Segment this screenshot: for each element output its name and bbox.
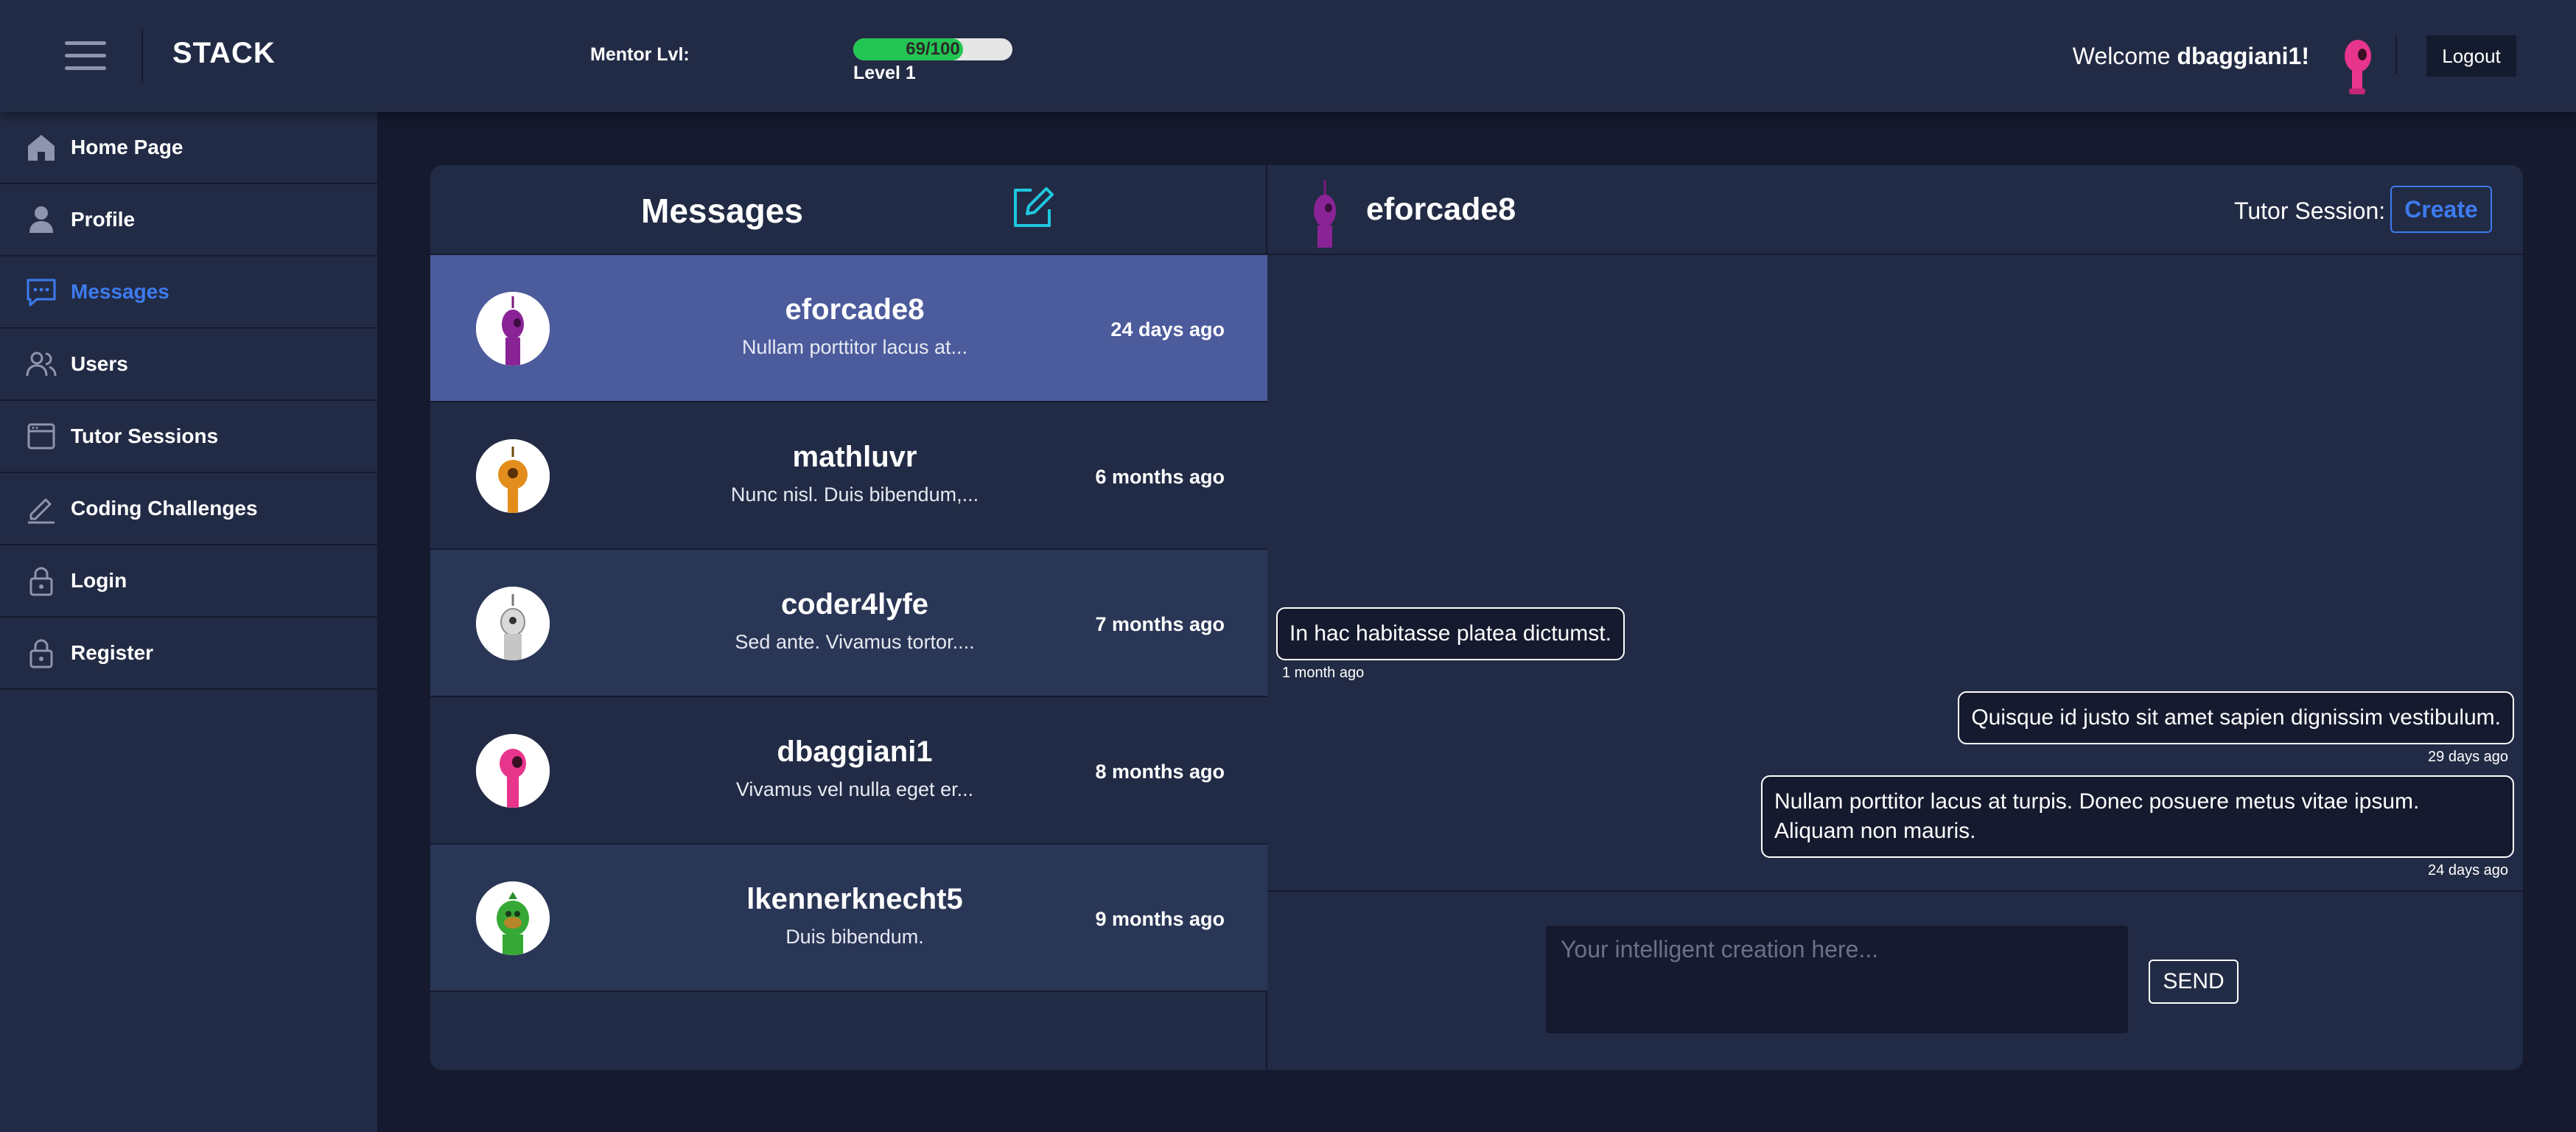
avatar (476, 292, 550, 366)
hamburger-menu-icon[interactable] (65, 41, 106, 71)
conversation-time: 24 days ago (1110, 318, 1225, 340)
avatar (476, 881, 550, 955)
sidebar-item-label: Login (71, 569, 127, 592)
level-label: Level 1 (853, 63, 916, 83)
message-bubble: Nullam porttitor lacus at turpis. Donec … (1761, 775, 2514, 858)
sidebar-item-label: Register (71, 641, 154, 664)
conversation-preview: Nunc nisl. Duis bibendum,... (730, 483, 979, 506)
tutor-session-label: Tutor Session: (2234, 198, 2386, 224)
brand-logo[interactable]: STACK (172, 37, 276, 70)
sidebar-item-profile[interactable]: Profile (0, 184, 377, 256)
create-tutor-session-button[interactable]: Create (2390, 186, 2492, 233)
avatar (476, 439, 550, 513)
divider (2395, 35, 2397, 74)
chat-icon (27, 279, 56, 307)
person-icon (29, 206, 53, 233)
list-header: Messages (430, 165, 1267, 255)
sidebar-item-label: Users (71, 352, 128, 375)
sidebar-item-home[interactable]: Home Page (0, 112, 377, 184)
conversation-item[interactable]: eforcade8 Nullam porttitor lacus at... 2… (430, 255, 1267, 402)
conversation-item[interactable]: lkennerknecht5 Duis bibendum. 9 months a… (430, 845, 1267, 992)
sidebar-item-register[interactable]: Register (0, 618, 377, 690)
users-icon (26, 352, 57, 377)
progress-text: 69/100 (906, 39, 960, 59)
conversation-time: 7 months ago (1095, 613, 1225, 635)
messages-title: Messages (641, 192, 803, 230)
chat-window: eforcade8 Tutor Session: Create In hac h… (1267, 165, 2523, 1070)
compose-icon[interactable] (1009, 183, 1057, 231)
sidebar-item-label: Messages (71, 280, 169, 303)
conversation-item[interactable]: dbaggiani1 Vivamus vel nulla eget er... … (430, 697, 1267, 845)
sidebar-item-messages[interactable]: Messages (0, 256, 377, 329)
sidebar-item-coding-challenges[interactable]: Coding Challenges (0, 473, 377, 545)
calendar-window-icon (27, 423, 55, 450)
messages-panel: Messages eforcade8 Nullam porttitor lacu… (430, 165, 2523, 1070)
recipient-avatar (1314, 180, 1336, 248)
sidebar-item-tutor-sessions[interactable]: Tutor Sessions (0, 401, 377, 473)
user-avatar[interactable] (2340, 37, 2376, 96)
mentor-level-label: Mentor Lvl: (590, 44, 690, 65)
sidebar-item-label: Home Page (71, 136, 183, 158)
sidebar-item-users[interactable]: Users (0, 329, 377, 401)
conversation-name: mathluvr (792, 441, 917, 473)
welcome-label: Welcome (2072, 43, 2171, 69)
message-input[interactable] (1546, 926, 2128, 1033)
conversation-preview: Duis bibendum. (785, 926, 924, 948)
message-time: 29 days ago (2428, 749, 2508, 765)
conversation-time: 8 months ago (1095, 761, 1225, 783)
conversation-item[interactable]: mathluvr Nunc nisl. Duis bibendum,... 6 … (430, 402, 1267, 550)
divider (141, 29, 143, 83)
conversation-preview: Vivamus vel nulla eget er... (735, 778, 974, 800)
top-bar: STACK Mentor Lvl: 69/100 Level 1 Welcome… (0, 0, 2576, 112)
message-time: 24 days ago (2428, 862, 2508, 878)
lock-icon (29, 567, 53, 596)
conversation-name: coder4lyfe (780, 588, 929, 621)
home-icon (28, 135, 55, 161)
conversation-name: dbaggiani1 (777, 736, 933, 768)
sidebar-item-login[interactable]: Login (0, 545, 377, 618)
welcome-text: Welcome dbaggiani1! (2073, 43, 2309, 70)
message-time: 1 month ago (1282, 665, 1365, 681)
pencil-icon (28, 498, 55, 524)
message-bubble: Quisque id justo sit amet sapien digniss… (1958, 691, 2514, 744)
conversation-time: 6 months ago (1095, 466, 1225, 488)
avatar (476, 734, 550, 808)
conversation-name: eforcade8 (785, 293, 925, 326)
conversation-preview: Sed ante. Vivamus tortor.... (735, 631, 975, 653)
conversation-name: lkennerknecht5 (746, 883, 963, 915)
lock-icon (29, 639, 53, 668)
message-composer: SEND (1267, 890, 2523, 1070)
chat-recipient-name: eforcade8 (1366, 192, 1516, 227)
mentor-progress-bar: 69/100 (853, 38, 1012, 60)
avatar (476, 587, 550, 660)
logout-button[interactable]: Logout (2426, 35, 2516, 77)
sidebar: Home Page Profile Messages Users Tutor S… (0, 112, 377, 1132)
conversation-item[interactable]: coder4lyfe Sed ante. Vivamus tortor.... … (430, 550, 1267, 697)
message-bubble: In hac habitasse platea dictumst. (1276, 607, 1625, 660)
username: dbaggiani1! (2177, 43, 2309, 69)
chat-header: eforcade8 Tutor Session: Create (1267, 165, 2523, 255)
send-button[interactable]: SEND (2149, 960, 2239, 1004)
conversation-list: Messages eforcade8 Nullam porttitor lacu… (430, 165, 1267, 1070)
sidebar-item-label: Tutor Sessions (71, 424, 219, 447)
sidebar-item-label: Profile (71, 208, 136, 231)
conversation-preview: Nullam porttitor lacus at... (741, 336, 968, 358)
sidebar-item-label: Coding Challenges (71, 497, 258, 520)
conversation-time: 9 months ago (1095, 908, 1225, 930)
